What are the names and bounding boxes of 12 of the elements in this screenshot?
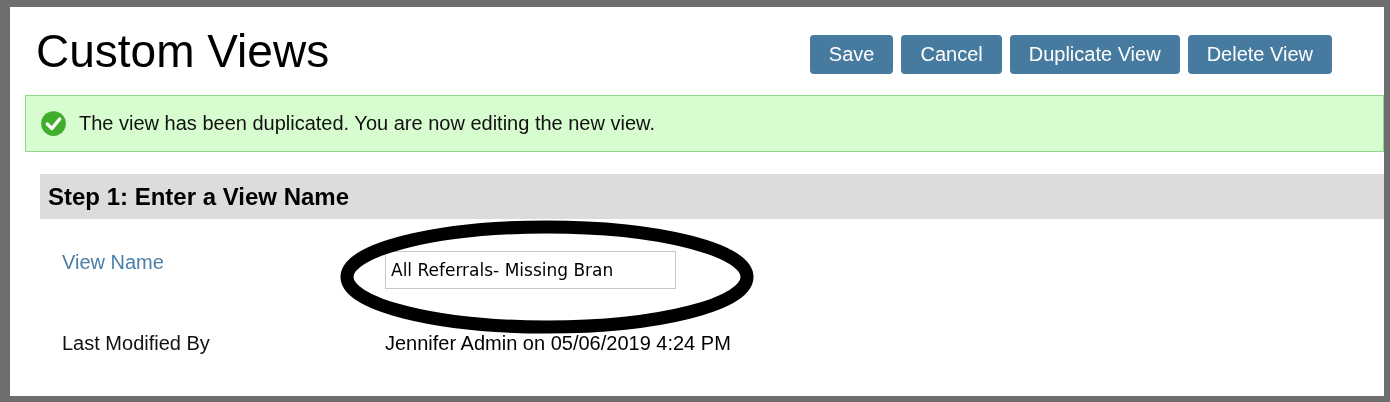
toolbar-button[interactable]: Save: [809, 34, 894, 74]
alert-message: The view has been duplicated. You are now editing the new view.: [79, 112, 655, 135]
toolbar-button[interactable]: Cancel: [901, 34, 1002, 74]
toolbar-button[interactable]: Delete View: [1187, 34, 1332, 74]
page-title: Custom Views: [36, 24, 330, 78]
check-icon: [40, 110, 67, 137]
field-label: Last Modified By: [62, 332, 211, 355]
field-label: View Name: [62, 251, 165, 274]
section-heading: Step 1: Enter a View Name: [48, 182, 349, 211]
toolbar-button[interactable]: Duplicate View: [1009, 34, 1180, 74]
view-name-field[interactable]: All Referrals- Missing Bran: [385, 251, 676, 289]
field-value: Jennifer Admin on 05/06/2019 4:24 PM: [385, 332, 731, 355]
